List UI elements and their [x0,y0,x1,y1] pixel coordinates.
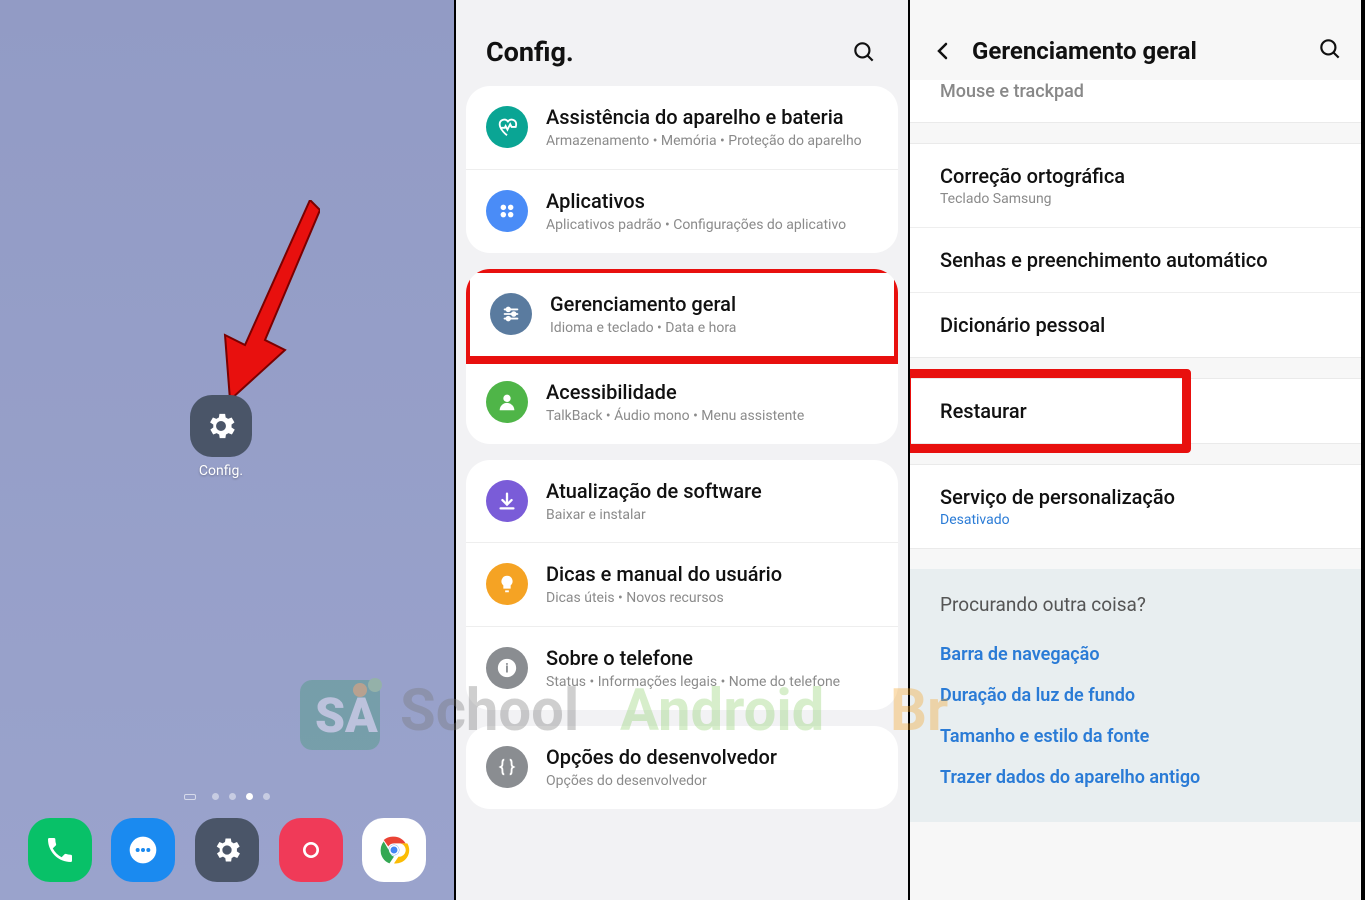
gear-icon [190,395,252,457]
settings-item-atualiza-o-de-software[interactable]: Atualização de software Baixar e instalar [466,460,898,543]
settings-item-aplicativos[interactable]: Aplicativos Aplicativos padrão • Configur… [466,169,898,253]
item-title: Assistência do aparelho e bateria [546,104,878,130]
item-subtitle: Idioma e teclado • Data e hora [550,319,874,338]
item-title: Gerenciamento geral [550,291,874,317]
home-screen: Config. [0,0,456,900]
config-app-label: Config. [199,463,243,479]
gm-footer-link-dura-o-da-luz-de-fundo[interactable]: Duração da luz de fundo [940,675,1331,716]
gm-item-senhas-e-preenchimento-autom-tico[interactable]: Senhas e preenchimento automático [910,227,1361,292]
gm-footer-link-trazer-dados-do-aparelho-antigo[interactable]: Trazer dados do aparelho antigo [940,757,1331,798]
item-title: Acessibilidade [546,379,878,405]
item-title: Atualização de software [546,478,878,504]
item-subtitle: Status • Informações legais • Nome do te… [546,673,878,692]
gm-item-title: Serviço de personalização [940,485,1331,509]
gm-item-title: Correção ortográfica [940,164,1331,188]
bulb-icon [486,563,528,605]
back-button[interactable] [928,36,958,66]
gm-item-subtitle: Desativado [940,512,1331,528]
settings-group: Opções do desenvolvedor Opções do desenvo… [466,726,898,809]
gm-item-title: Restaurar [940,399,1331,423]
general-management-screen: Gerenciamento geral Mouse e trackpad Corr… [910,0,1363,900]
braces-icon [486,746,528,788]
gm-list[interactable]: Mouse e trackpad Correção ortográfica Tecl… [910,80,1361,900]
svg-text:i: i [505,662,508,677]
settings-item-sobre-o-telefone[interactable]: i Sobre o telefone Status • Informações le… [466,626,898,710]
settings-item-dicas-e-manual-do-usu-rio[interactable]: Dicas e manual do usuário Dicas úteis • N… [466,542,898,626]
dock-chrome[interactable] [362,818,426,882]
settings-title: Config. [486,36,574,68]
item-subtitle: Baixar e instalar [546,506,878,525]
item-subtitle: TalkBack • Áudio mono • Menu assistente [546,407,878,426]
gm-group: Serviço de personalização Desativado [910,464,1361,549]
settings-list[interactable]: Assistência do aparelho e bateria Armazen… [456,86,908,900]
dock-messages[interactable] [111,818,175,882]
annotation-arrow [200,200,320,400]
info-icon: i [486,647,528,689]
item-title: Opções do desenvolvedor [546,744,878,770]
gm-item-corre-o-ortogr-fica[interactable]: Correção ortográfica Teclado Samsung [910,144,1361,227]
gm-item-mouse-trackpad[interactable]: Mouse e trackpad [910,80,1361,122]
item-subtitle: Opções do desenvolvedor [546,772,878,791]
gm-item-subtitle: Teclado Samsung [940,191,1331,207]
settings-screen: Config. Assistência do aparelho e bateri… [456,0,910,900]
config-app-shortcut[interactable]: Config. [190,395,252,479]
settings-item-op-es-do-desenvolvedor[interactable]: Opções do desenvolvedor Opções do desenvo… [466,726,898,809]
search-button[interactable] [850,38,878,66]
settings-item-acessibilidade[interactable]: Acessibilidade TalkBack • Áudio mono • Me… [466,360,898,444]
settings-header: Config. [456,0,908,86]
settings-group: Assistência do aparelho e bateria Armazen… [466,86,898,253]
gm-footer-heading: Procurando outra coisa? [940,593,1331,616]
gm-item-title: Dicionário pessoal [940,313,1331,337]
gm-group: Restaurar [910,378,1361,444]
gm-header: Gerenciamento geral [910,0,1361,80]
settings-item-gerenciamento-geral[interactable]: Gerenciamento geral Idioma e teclado • Da… [466,269,898,364]
dock-settings[interactable] [195,818,259,882]
download-icon [486,480,528,522]
settings-item-assist-ncia-do-aparelho-e-bateria[interactable]: Assistência do aparelho e bateria Armazen… [466,86,898,169]
person-icon [486,381,528,423]
search-button[interactable] [1317,36,1343,66]
item-subtitle: Aplicativos padrão • Configurações do ap… [546,216,878,235]
page-indicator[interactable] [184,793,270,800]
gm-footer: Procurando outra coisa? Barra de navegaçã… [910,569,1361,822]
gm-footer-link-barra-de-navega-o[interactable]: Barra de navegação [940,634,1331,675]
item-title: Sobre o telefone [546,645,878,671]
settings-group: Gerenciamento geral Idioma e teclado • Da… [466,269,898,444]
dock [0,818,454,890]
heartbeat-icon [486,106,528,148]
item-subtitle: Dicas úteis • Novos recursos [546,589,878,608]
item-title: Dicas e manual do usuário [546,561,878,587]
gm-item-dicion-rio-pessoal[interactable]: Dicionário pessoal [910,292,1361,357]
gm-title: Gerenciamento geral [972,37,1303,65]
gm-footer-link-tamanho-e-estilo-da-fonte[interactable]: Tamanho e estilo da fonte [940,716,1331,757]
settings-group: Atualização de software Baixar e instalar… [466,460,898,711]
gm-item-title: Senhas e preenchimento automático [940,248,1331,272]
gm-group: Correção ortográfica Teclado Samsung Senha… [910,143,1361,358]
item-title: Aplicativos [546,188,878,214]
dock-camera[interactable] [279,818,343,882]
gm-item-title: Mouse e trackpad [940,81,1331,102]
gm-item-servi-o-de-personaliza-o[interactable]: Serviço de personalização Desativado [910,465,1361,548]
sliders-icon [490,293,532,335]
dock-phone[interactable] [28,818,92,882]
item-subtitle: Armazenamento • Memória • Proteção do ap… [546,132,878,151]
gm-item-restaurar[interactable]: Restaurar [910,379,1361,443]
grid4-icon [486,190,528,232]
